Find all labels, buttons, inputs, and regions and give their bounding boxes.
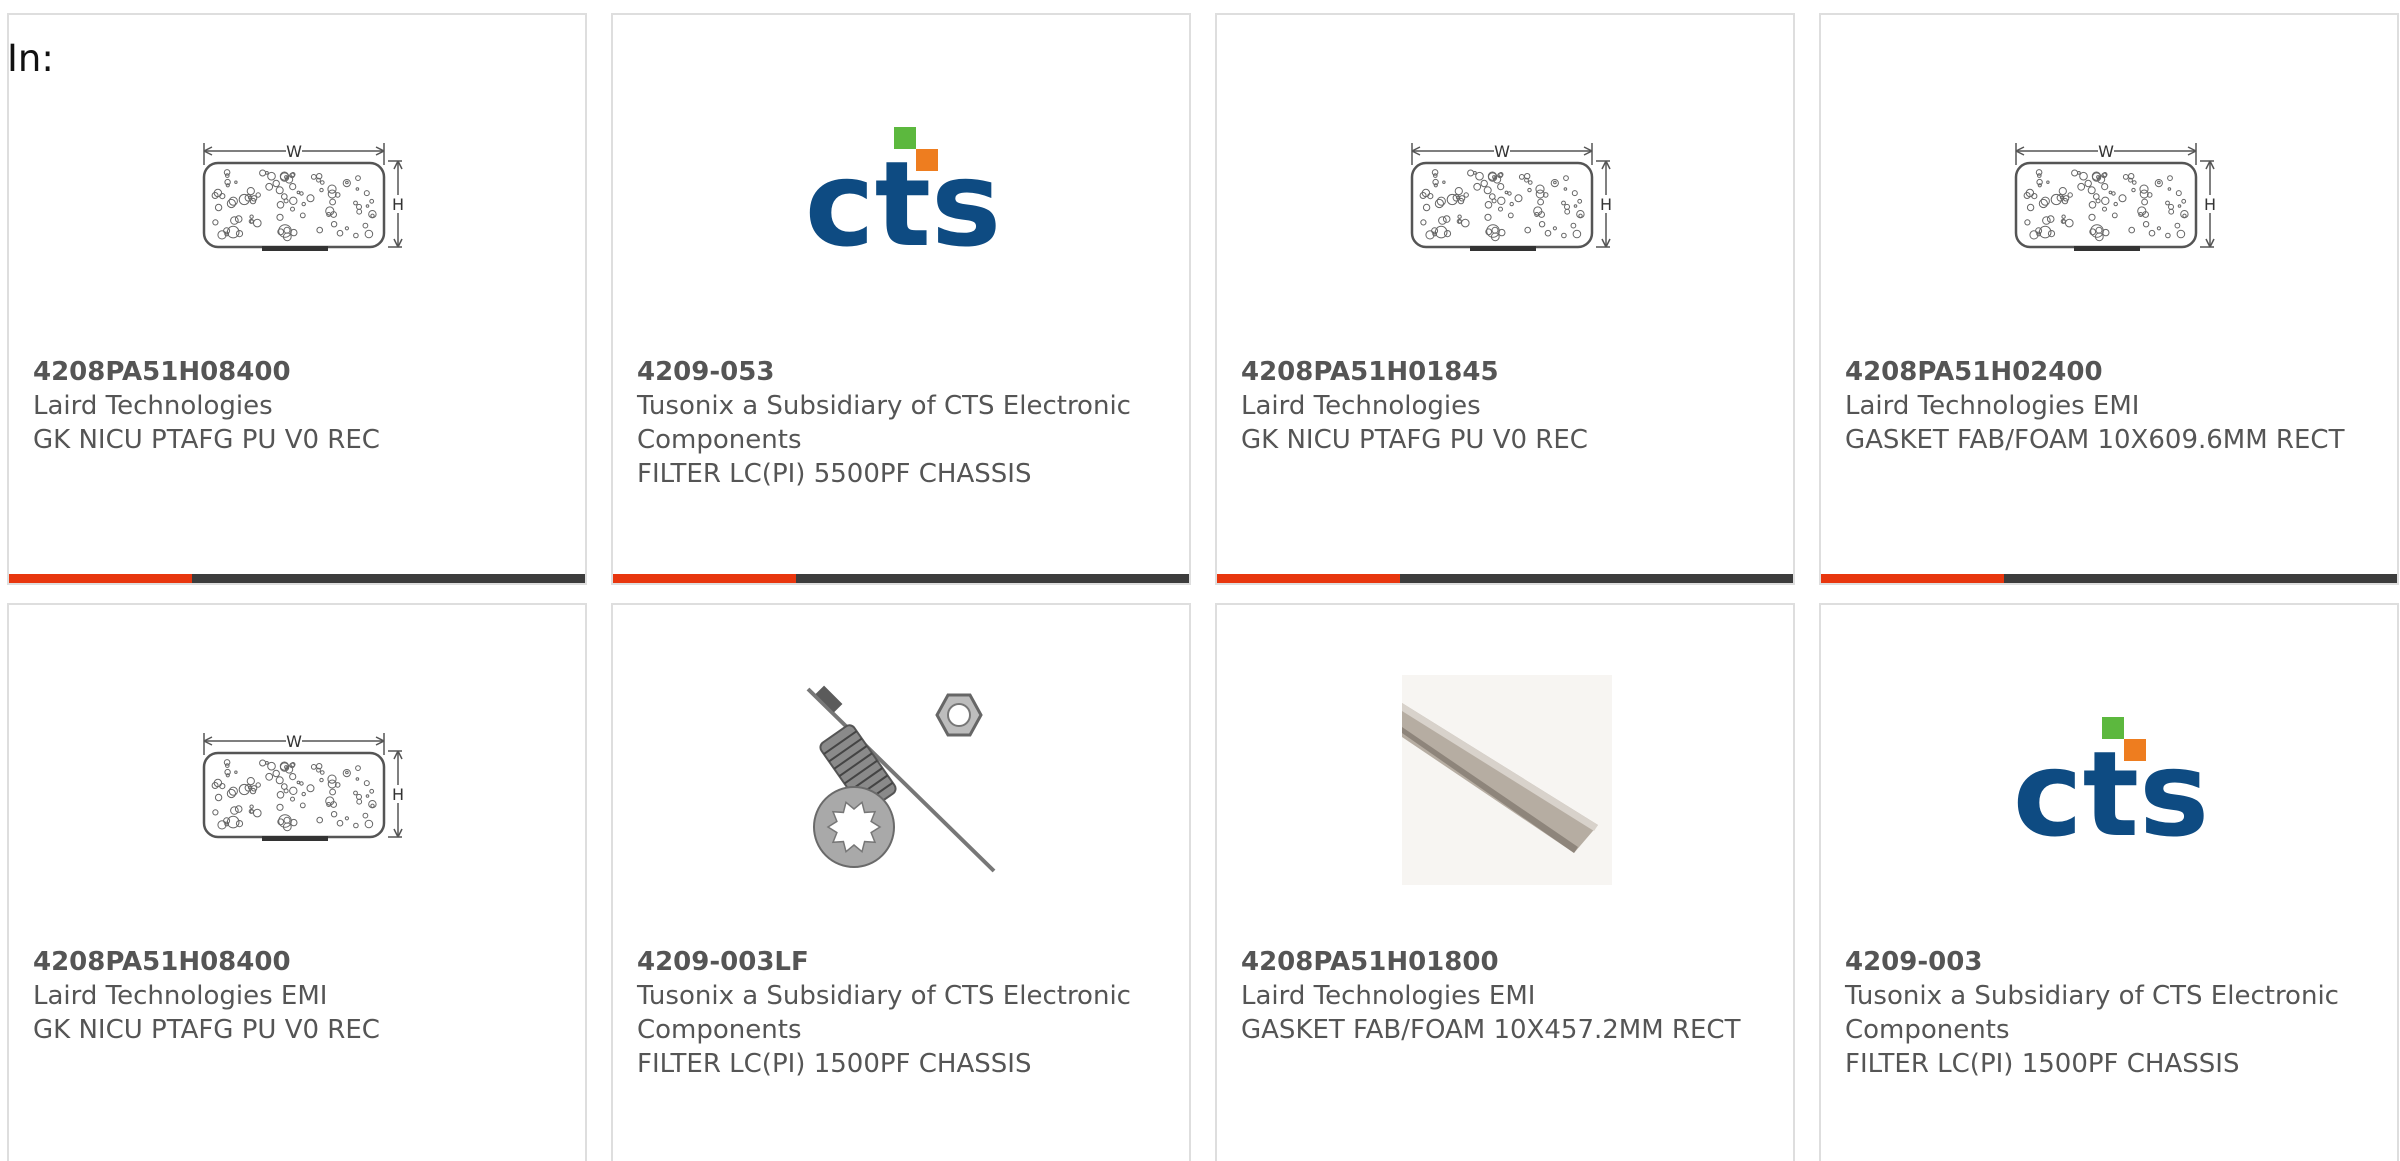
product-image[interactable] <box>798 675 1008 885</box>
product-image[interactable] <box>1402 675 1612 885</box>
product-info: 4209-003LF Tusonix a Subsidiary of CTS El… <box>637 945 1169 1081</box>
manufacturer: Tusonix a Subsidiary of CTS Electronic C… <box>637 391 1131 455</box>
cts-logo: cts <box>805 127 1002 273</box>
gasket-drawing-icon: WH <box>1410 142 1612 251</box>
dark-segment <box>192 574 585 583</box>
gasket-drawing-icon: WH <box>202 732 404 841</box>
gasket-strip-icon <box>1402 675 1612 885</box>
product-description: FILTER LC(PI) 1500PF CHASSIS <box>637 1049 1032 1079</box>
manufacturer: Laird Technologies EMI <box>1845 391 2140 421</box>
product-info: 4208PA51H08400 Laird Technologies GK NICU … <box>33 355 565 457</box>
search-results-page: In: W H 4208PA51H08400 Laird Technologies GK… <box>0 0 2400 1161</box>
manufacturer: Laird Technologies EMI <box>33 981 328 1011</box>
product-grid: W H 4208PA51H08400 Laird Technologies GK NIC… <box>7 13 2399 1161</box>
product-card[interactable]: cts 4209-003 Tusonix a Subsidiary of CTS E… <box>1819 603 2399 1161</box>
part-number[interactable]: 4208PA51H01845 <box>1241 355 1773 389</box>
product-info: 4208PA51H08400 Laird Technologies EMI GK N… <box>33 945 565 1047</box>
part-number[interactable]: 4209-003 <box>1845 945 2377 979</box>
part-number[interactable]: 4209-003LF <box>637 945 1169 979</box>
product-info: 4208PA51H01800 Laird Technologies EMI GASK… <box>1241 945 1773 1047</box>
product-description: FILTER LC(PI) 5500PF CHASSIS <box>637 459 1032 489</box>
part-number[interactable]: 4208PA51H01800 <box>1241 945 1773 979</box>
dark-segment <box>2004 574 2397 583</box>
product-card[interactable]: W H 4208PA51H02400 Laird Technologies EMI GA… <box>1819 13 2399 585</box>
product-description: GASKET FAB/FOAM 10X609.6MM RECT <box>1845 425 2345 455</box>
product-description: FILTER LC(PI) 1500PF CHASSIS <box>1845 1049 2240 1079</box>
part-number[interactable]: 4208PA51H08400 <box>33 945 565 979</box>
product-card[interactable]: 4208PA51H01800 Laird Technologies EMI GASK… <box>1215 603 1795 1161</box>
product-card[interactable]: W H 4208PA51H08400 Laird Technologies GK NIC… <box>7 13 587 585</box>
cts-logo: cts <box>2013 717 2210 863</box>
manufacturer: Laird Technologies <box>33 391 273 421</box>
product-card[interactable]: 4209-003LF Tusonix a Subsidiary of CTS El… <box>611 603 1191 1161</box>
manufacturer: Laird Technologies <box>1241 391 1481 421</box>
part-number[interactable]: 4208PA51H02400 <box>1845 355 2377 389</box>
product-card[interactable]: W H 4208PA51H01845 Laird Technologies GK NIC… <box>1215 13 1795 585</box>
product-info: 4208PA51H01845 Laird Technologies GK NICU … <box>1241 355 1773 457</box>
manufacturer: Laird Technologies EMI <box>1241 981 1536 1011</box>
product-description: GK NICU PTAFG PU V0 REC <box>33 1015 380 1045</box>
width-dimension-label: W <box>1494 142 1510 161</box>
svg-text:cts: cts <box>2013 725 2210 863</box>
product-image[interactable]: cts <box>2006 675 2216 885</box>
width-dimension-label: W <box>2098 142 2114 161</box>
product-description: GASKET FAB/FOAM 10X457.2MM RECT <box>1241 1015 1741 1045</box>
height-dimension-label: H <box>2204 195 2216 214</box>
product-image[interactable]: WH <box>1402 85 1612 295</box>
product-info: 4208PA51H02400 Laird Technologies EMI GASK… <box>1845 355 2377 457</box>
card-accent-bar <box>1217 574 1793 583</box>
height-dimension-label: H <box>392 785 404 804</box>
height-dimension-label: H <box>1600 195 1612 214</box>
part-number[interactable]: 4209-053 <box>637 355 1169 389</box>
product-card[interactable]: W H 4208PA51H08400 Laird Technologies EMI GK… <box>7 603 587 1161</box>
product-image[interactable]: WH <box>194 675 404 885</box>
product-info: 4209-003 Tusonix a Subsidiary of CTS Elec… <box>1845 945 2377 1081</box>
gasket-drawing-icon: WH <box>2014 142 2216 251</box>
manufacturer: Tusonix a Subsidiary of CTS Electronic C… <box>637 981 1131 1045</box>
product-image[interactable]: WH <box>194 85 404 295</box>
svg-text:cts: cts <box>805 135 1002 273</box>
width-dimension-label: W <box>286 732 302 751</box>
card-accent-bar <box>9 574 585 583</box>
product-info: 4209-053 Tusonix a Subsidiary of CTS Elec… <box>637 355 1169 491</box>
product-image[interactable]: WH <box>2006 85 2216 295</box>
product-card[interactable]: cts 4209-053 Tusonix a Subsidiary of CTS E… <box>611 13 1191 585</box>
accent-segment <box>613 574 796 583</box>
product-image[interactable]: cts <box>798 85 1008 295</box>
product-description: GK NICU PTAFG PU V0 REC <box>1241 425 1588 455</box>
filter-label: In: <box>7 37 54 80</box>
part-number[interactable]: 4208PA51H08400 <box>33 355 565 389</box>
dark-segment <box>796 574 1189 583</box>
card-accent-bar <box>613 574 1189 583</box>
gasket-drawing-icon: WH <box>202 142 404 251</box>
manufacturer: Tusonix a Subsidiary of CTS Electronic C… <box>1845 981 2339 1045</box>
card-accent-bar <box>1821 574 2397 583</box>
product-description: GK NICU PTAFG PU V0 REC <box>33 425 380 455</box>
accent-segment <box>1217 574 1400 583</box>
height-dimension-label: H <box>392 195 404 214</box>
dark-segment <box>1400 574 1793 583</box>
width-dimension-label: W <box>286 142 302 161</box>
accent-segment <box>9 574 192 583</box>
feedthrough-filter-icon <box>806 685 996 873</box>
accent-segment <box>1821 574 2004 583</box>
